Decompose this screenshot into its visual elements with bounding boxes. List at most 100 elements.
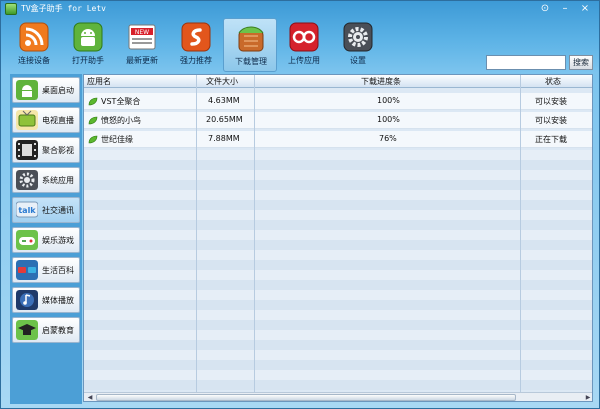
column-header-name[interactable]: 应用名 — [87, 76, 111, 87]
toolbar-label: 打开助手 — [72, 56, 104, 65]
download-bag-icon — [238, 26, 264, 52]
table-header: 应用名 文件大小 下载进度条 状态 — [84, 75, 592, 88]
settings-gear-icon — [343, 22, 373, 52]
sidebar-item-label: 聚合影视 — [42, 146, 74, 155]
sidebar-item-games[interactable]: 娱乐游戏 — [12, 227, 80, 253]
empty-row — [84, 300, 592, 310]
status-cell: 可以安装 — [535, 97, 567, 106]
empty-row — [84, 290, 592, 300]
sidebar-item-label: 桌面启动 — [42, 86, 74, 95]
sidebar-item-label: 生活百科 — [42, 266, 74, 275]
empty-row — [84, 340, 592, 350]
app-name-cell: 愤怒的小鸟 — [101, 116, 141, 125]
horizontal-scrollbar[interactable]: ◀ ▶ — [84, 392, 592, 401]
download-table: 应用名 文件大小 下载进度条 状态 VST全聚合 4.63MM 100% 可以安… — [83, 74, 593, 402]
app-logo-icon — [5, 3, 17, 15]
file-size-cell: 7.88MM — [208, 134, 240, 143]
android-robot-icon — [73, 22, 103, 52]
column-divider — [254, 75, 255, 392]
sidebar-item-label: 系统应用 — [42, 176, 74, 185]
gamepad-icon — [16, 230, 38, 250]
news-icon: NEW — [128, 24, 156, 50]
toolbar-upload-app-button[interactable]: 上传应用 — [277, 18, 331, 72]
empty-row — [84, 330, 592, 340]
column-header-status[interactable]: 状态 — [545, 76, 561, 87]
sidebar-item-social[interactable]: talk 社交通讯 — [12, 197, 80, 223]
window-title: TV盒子助手 for Letv — [21, 4, 106, 13]
toolbar-latest-updates-button[interactable]: NEW 最新更新 — [115, 18, 169, 72]
sidebar-item-label: 媒体播放 — [42, 296, 74, 305]
empty-row — [84, 160, 592, 170]
app-name-cell: 世纪佳缘 — [101, 135, 133, 144]
sidebar-item-label: 社交通讯 — [42, 206, 74, 215]
android-desktop-icon — [16, 80, 38, 100]
sidebar-item-media[interactable]: 媒体播放 — [12, 287, 80, 313]
empty-row — [84, 230, 592, 240]
toolbar-download-manager-button[interactable]: 下载管理 — [223, 18, 277, 72]
minimize-button[interactable]: – — [557, 2, 573, 15]
main-toolbar: 连接设备 打开助手 NEW 最新更新 强力推荐 下载管理 上传应用 设置 — [7, 18, 385, 72]
close-button[interactable]: × — [577, 2, 593, 15]
file-size-cell: 4.63MM — [208, 96, 240, 105]
column-header-size[interactable]: 文件大小 — [206, 76, 238, 87]
sidebar-item-education[interactable]: 启蒙教育 — [12, 317, 80, 343]
toolbar-settings-button[interactable]: 设置 — [331, 18, 385, 72]
sidebar-item-label: 电视直播 — [42, 116, 74, 125]
empty-row — [84, 350, 592, 360]
empty-row — [84, 210, 592, 220]
toolbar-label: 设置 — [350, 56, 366, 65]
sidebar-item-label: 启蒙教育 — [42, 326, 74, 335]
3d-glasses-icon — [16, 260, 38, 280]
empty-row — [84, 260, 592, 270]
app-window: TV盒子助手 for Letv ⊙ – × 连接设备 打开助手 NEW 最新更新… — [0, 0, 600, 409]
recommend-icon — [181, 22, 211, 52]
empty-row — [84, 180, 592, 190]
sidebar-item-movies[interactable]: 聚合影视 — [12, 137, 80, 163]
empty-row — [84, 310, 592, 320]
sidebar-item-life[interactable]: 生活百科 — [12, 257, 80, 283]
toolbar-label: 最新更新 — [126, 56, 158, 65]
gear-icon — [16, 170, 38, 190]
leaf-icon — [88, 135, 98, 144]
empty-row — [84, 370, 592, 380]
scroll-right-icon[interactable]: ▶ — [583, 393, 592, 401]
table-row[interactable]: VST全聚合 4.63MM 100% 可以安装 — [84, 93, 592, 110]
empty-row — [84, 270, 592, 280]
toolbar-label: 连接设备 — [18, 56, 50, 65]
scroll-left-icon[interactable]: ◀ — [85, 393, 95, 401]
table-row[interactable]: 世纪佳缘 7.88MM 76% 正在下载 — [84, 131, 592, 148]
progress-cell: 100% — [377, 96, 400, 105]
svg-text:NEW: NEW — [135, 29, 149, 36]
empty-row — [84, 320, 592, 330]
column-divider — [196, 75, 197, 392]
category-sidebar: 桌面启动 电视直播 聚合影视 系统应用 talk 社交通讯 娱乐游戏 生活百科 — [10, 74, 82, 404]
empty-row — [84, 150, 592, 160]
table-row[interactable]: 愤怒的小鸟 20.65MM 100% 可以安装 — [84, 112, 592, 129]
toolbar-recommend-button[interactable]: 强力推荐 — [169, 18, 223, 72]
sidebar-item-system-apps[interactable]: 系统应用 — [12, 167, 80, 193]
leaf-icon — [88, 116, 98, 125]
toolbar-label: 下载管理 — [235, 57, 267, 66]
window-controls: ⊙ – × — [537, 2, 593, 15]
sidebar-item-desktop-launch[interactable]: 桌面启动 — [12, 77, 80, 103]
toolbar-open-assistant-button[interactable]: 打开助手 — [61, 18, 115, 72]
toolbar-connect-device-button[interactable]: 连接设备 — [7, 18, 61, 72]
empty-row — [84, 190, 592, 200]
leaf-icon — [88, 97, 98, 106]
music-note-icon — [16, 290, 38, 310]
search-button[interactable]: 搜索 — [569, 55, 593, 70]
toolbar-label: 上传应用 — [288, 56, 320, 65]
rss-connect-icon — [19, 22, 49, 52]
pin-icon[interactable]: ⊙ — [537, 2, 553, 15]
status-cell: 可以安装 — [535, 116, 567, 125]
sidebar-item-tv-live[interactable]: 电视直播 — [12, 107, 80, 133]
column-header-progress[interactable]: 下载进度条 — [361, 76, 401, 87]
title-bar[interactable]: TV盒子助手 for Letv ⊙ – × — [1, 1, 599, 17]
tv-icon — [16, 110, 38, 130]
svg-text:talk: talk — [18, 206, 36, 215]
app-name-cell: VST全聚合 — [101, 97, 141, 106]
talk-icon: talk — [16, 201, 38, 218]
search-input[interactable] — [486, 55, 566, 70]
scrollbar-thumb[interactable] — [96, 394, 516, 401]
film-strip-icon — [16, 140, 38, 160]
